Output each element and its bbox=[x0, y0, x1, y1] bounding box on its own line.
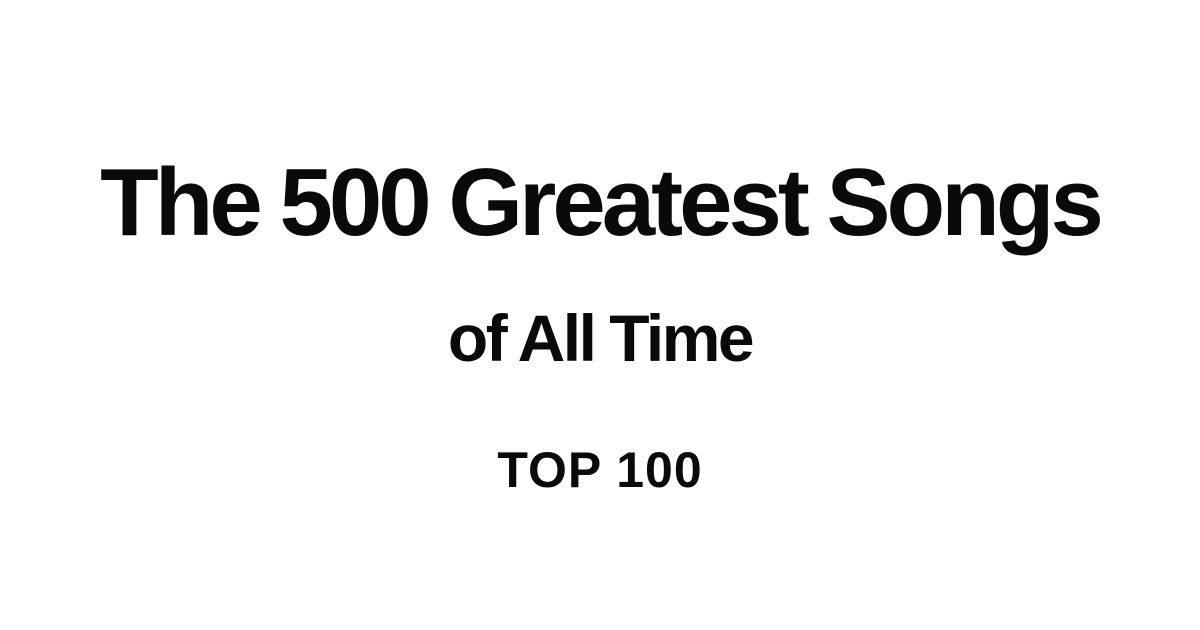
tagline: TOP 100 bbox=[497, 442, 703, 498]
title-card: The 500 Greatest Songs of All Time TOP 1… bbox=[0, 0, 1200, 630]
title-line-1: The 500 Greatest Songs bbox=[100, 149, 1104, 256]
title-line-2: of All Time bbox=[447, 301, 755, 375]
